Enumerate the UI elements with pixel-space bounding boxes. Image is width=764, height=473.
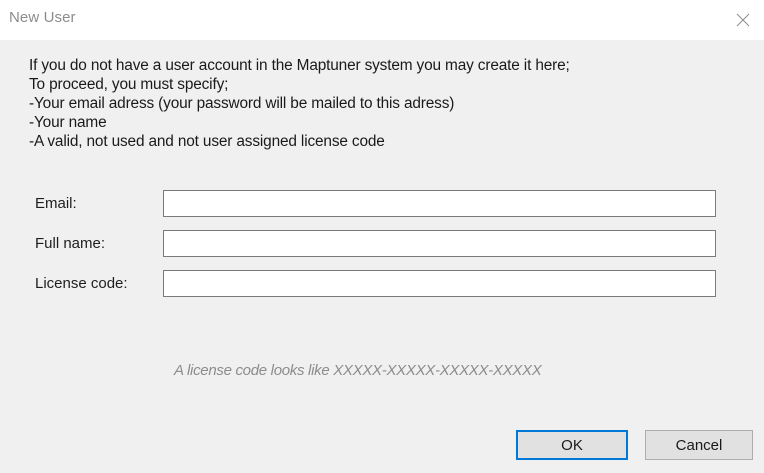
instructions-text: If you do not have a user account in the…: [29, 56, 570, 151]
instruction-line: -Your name: [29, 114, 107, 131]
ok-button[interactable]: OK: [516, 430, 628, 460]
email-label: Email:: [35, 195, 77, 212]
title-bar: New User: [0, 0, 764, 40]
close-button[interactable]: [720, 0, 764, 40]
full-name-field[interactable]: [163, 230, 716, 257]
instruction-line: To proceed, you must specify;: [29, 76, 229, 93]
cancel-button[interactable]: Cancel: [645, 430, 753, 460]
instruction-line: If you do not have a user account in the…: [29, 57, 570, 74]
license-code-label: License code:: [35, 275, 128, 292]
close-icon: [736, 13, 750, 27]
full-name-label: Full name:: [35, 235, 106, 252]
new-user-dialog: New User If you do not have a user accou…: [0, 0, 764, 473]
instruction-line: -Your email adress (your password will b…: [29, 95, 455, 112]
license-code-field[interactable]: [163, 270, 716, 297]
license-code-hint: A license code looks like XXXXX-XXXXX-XX…: [174, 362, 542, 379]
instruction-line: -A valid, not used and not user assigned…: [29, 133, 385, 150]
dialog-title: New User: [9, 9, 76, 26]
email-field[interactable]: [163, 190, 716, 217]
dialog-body: If you do not have a user account in the…: [0, 40, 764, 473]
